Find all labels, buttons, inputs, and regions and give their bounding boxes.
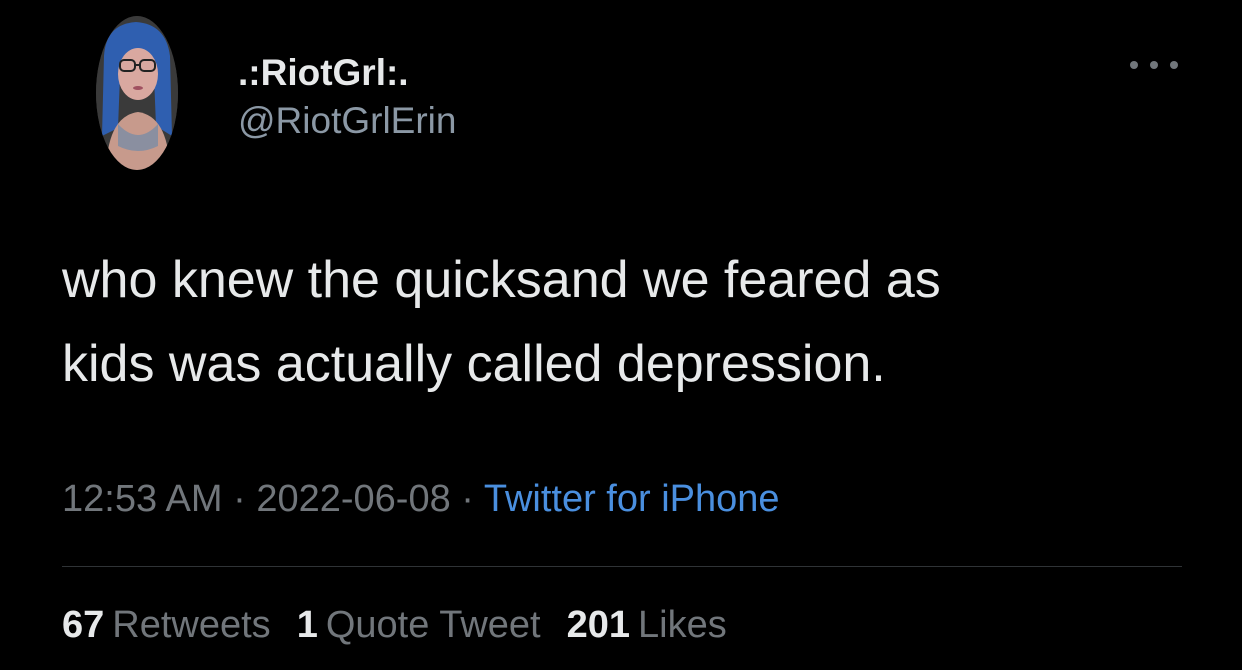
likes-stat[interactable]: 201 Likes: [567, 604, 727, 647]
retweets-label: Retweets: [112, 604, 271, 646]
tweet-date[interactable]: 2022-06-08: [256, 478, 450, 520]
more-horizontal-icon-dot: [1170, 61, 1178, 69]
tweet-text-line: who knew the quicksand we feared as: [62, 251, 941, 309]
tweet-text-line: kids was actually called depression.: [62, 335, 886, 393]
separator: ·: [222, 478, 257, 520]
retweets-stat[interactable]: 67 Retweets: [62, 604, 271, 647]
divider: [62, 566, 1182, 567]
tweet-detail: .:RiotGrl:. @RiotGrlErin who knew the qu…: [0, 0, 1242, 670]
tweet-text: who knew the quicksand we feared as kids…: [62, 238, 1182, 406]
more-options-button[interactable]: [1130, 50, 1178, 80]
more-horizontal-icon-dot: [1150, 61, 1158, 69]
separator: ·: [450, 478, 484, 520]
quote-tweets-stat[interactable]: 1 Quote Tweet: [297, 604, 541, 647]
quote-tweets-count: 1: [296, 604, 318, 646]
engagement-stats: 67 Retweets 1 Quote Tweet 201 Likes: [62, 604, 727, 647]
tweet-metadata: 12:53 AM · 2022-06-08 · Twitter for iPho…: [62, 478, 780, 521]
tweet-source-link[interactable]: Twitter for iPhone: [484, 478, 780, 520]
avatar[interactable]: [96, 16, 178, 170]
quote-tweets-label: Quote Tweet: [325, 604, 541, 646]
user-handle[interactable]: @RiotGrlErin: [238, 100, 456, 142]
more-horizontal-icon: [1130, 61, 1138, 69]
display-name[interactable]: .:RiotGrl:.: [238, 52, 409, 94]
likes-label: Likes: [638, 604, 727, 646]
avatar-image: [96, 16, 178, 170]
tweet-time[interactable]: 12:53 AM: [62, 478, 223, 520]
retweets-count: 67: [62, 604, 105, 646]
likes-count: 201: [566, 604, 631, 646]
